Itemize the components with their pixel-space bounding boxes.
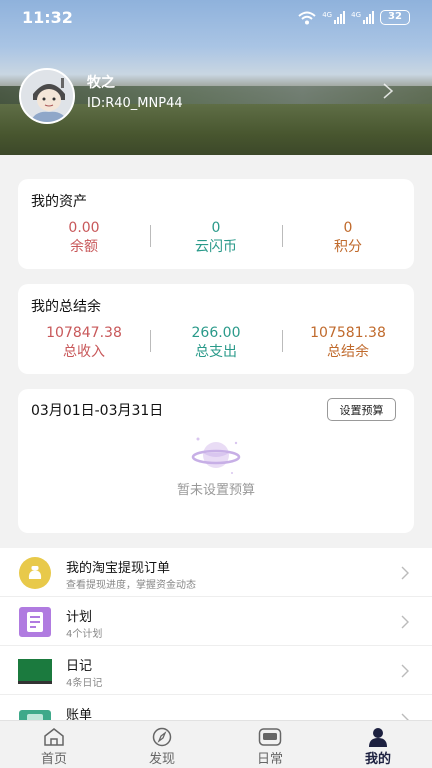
list-item-plan[interactable]: 计划 4个计划 (0, 597, 432, 646)
expense-label: 总支出 (195, 344, 237, 360)
list-item-title: 我的淘宝提现订单 (66, 561, 171, 576)
list-item-title: 日记 (66, 659, 93, 674)
network-type: 4G (322, 11, 333, 19)
planet-icon (191, 437, 241, 474)
income-label: 总收入 (63, 344, 105, 360)
list-item-taobao-orders[interactable]: 我的淘宝提现订单 查看提现进度，掌握资金动态 (0, 548, 432, 597)
tab-daily[interactable]: 日常 (216, 721, 324, 768)
network-type-2: 4G (351, 11, 361, 19)
budget-empty-text: 暂未设置预算 (176, 483, 255, 498)
tab-home[interactable]: 首页 (0, 721, 108, 768)
profile-name: 牧之 (87, 75, 115, 91)
avatar[interactable] (19, 68, 75, 124)
tab-label: 发现 (148, 752, 175, 767)
list-item-title: 计划 (66, 610, 93, 625)
balance-card: 我的总结余 107847.38 总收入 266.00 总支出 107581.38… (18, 284, 414, 374)
tab-label: 我的 (364, 752, 391, 767)
tab-label: 首页 (40, 752, 67, 767)
signal-icon-2: 4G (351, 11, 374, 24)
list-item-title: 账单 (66, 708, 93, 720)
diary-icon (18, 659, 52, 684)
feature-list: 我的淘宝提现订单 查看提现进度，掌握资金动态 计划 4个计划 日记 4条日记 账… (0, 548, 432, 720)
net-balance-value: 107581.38 (310, 325, 386, 341)
points-value: 0 (343, 220, 353, 236)
chevron-right-icon[interactable] (380, 82, 396, 100)
balance-value: 0.00 (68, 220, 100, 236)
status-time: 11:32 (22, 8, 73, 27)
budget-date-range: 03月01日-03月31日 (31, 403, 164, 419)
compass-icon (152, 727, 172, 747)
user-icon (369, 728, 387, 747)
calendar-icon (258, 728, 282, 746)
list-item-bill[interactable]: 账单 (0, 695, 432, 720)
coins-stat[interactable]: 0 云闪币 (150, 219, 282, 257)
coins-label: 云闪币 (195, 239, 237, 255)
list-item-subtitle: 4个计划 (66, 629, 103, 640)
expense-stat[interactable]: 266.00 总支出 (150, 324, 282, 362)
bill-icon (19, 710, 51, 720)
wifi-icon (298, 11, 316, 24)
tab-discover[interactable]: 发现 (108, 721, 216, 768)
list-item-subtitle: 查看提现进度，掌握资金动态 (66, 580, 196, 591)
set-budget-button[interactable]: 设置预算 (327, 398, 396, 421)
list-item-subtitle: 4条日记 (66, 678, 103, 689)
status-bar: 11:32 4G 4G 32 (0, 0, 432, 36)
signal-icon: 4G (322, 11, 346, 24)
tab-mine[interactable]: 我的 (324, 721, 432, 768)
assets-card: 我的资产 0.00 余额 0 云闪币 0 积分 (18, 179, 414, 269)
income-stat[interactable]: 107847.38 总收入 (18, 324, 150, 362)
list-item-diary[interactable]: 日记 4条日记 (0, 646, 432, 695)
budget-card: 03月01日-03月31日 设置预算 暂未设置预算 (18, 389, 414, 533)
plan-icon (19, 607, 51, 637)
net-balance-stat[interactable]: 107581.38 总结余 (282, 324, 414, 362)
balance-label: 余额 (70, 239, 98, 255)
expense-value: 266.00 (191, 325, 241, 341)
points-label: 积分 (334, 239, 362, 255)
balance-title: 我的总结余 (31, 299, 101, 315)
chevron-right-icon (401, 566, 409, 580)
net-balance-label: 总结余 (327, 344, 369, 360)
assets-title: 我的资产 (31, 194, 87, 210)
chevron-right-icon (401, 713, 409, 720)
coins-value: 0 (211, 220, 221, 236)
home-icon (44, 728, 64, 746)
bottom-tab-bar: 首页 发现 日常 我的 (0, 720, 432, 768)
money-bag-icon (19, 557, 51, 589)
chevron-right-icon (401, 664, 409, 678)
points-stat[interactable]: 0 积分 (282, 219, 414, 257)
tab-label: 日常 (256, 752, 283, 767)
balance-stat[interactable]: 0.00 余额 (18, 219, 150, 257)
income-value: 107847.38 (46, 325, 122, 341)
battery-icon: 32 (380, 10, 410, 25)
chevron-right-icon (401, 615, 409, 629)
profile-id: ID:R40_MNP44 (87, 96, 183, 111)
